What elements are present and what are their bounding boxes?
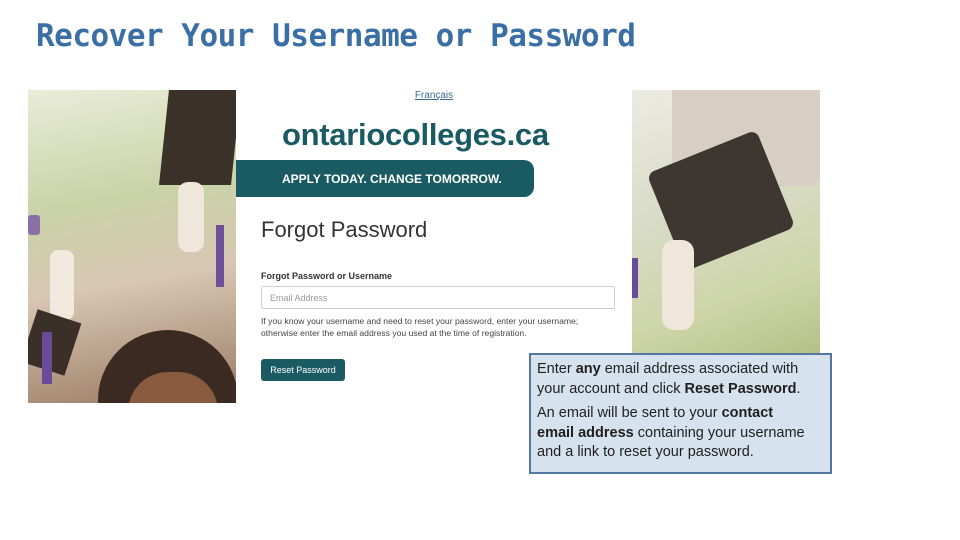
email-field-label: Forgot Password or Username (261, 271, 393, 281)
callout-emphasis-any: any (575, 361, 601, 377)
left-graduation-photo (28, 90, 236, 403)
language-link[interactable]: Français (236, 90, 632, 101)
callout-text-segment: . (796, 380, 801, 397)
help-text: If you know your username and need to re… (261, 316, 579, 338)
callout-emphasis-reset-password: Reset Password (684, 380, 797, 397)
tagline-banner: APPLY TODAY. CHANGE TOMORROW. (236, 160, 534, 197)
callout-text: Enter any email address associated with … (537, 360, 807, 468)
callout-text-segment: An email will be sent to your (537, 405, 722, 421)
page-heading: Forgot Password (261, 217, 428, 242)
callout-paragraph-1: Enter any email address associated with … (537, 360, 807, 399)
callout-paragraph-2: An email will be sent to your contact em… (537, 404, 807, 463)
email-address-input[interactable] (261, 286, 615, 309)
right-graduation-photo (632, 90, 820, 355)
reset-password-button[interactable]: Reset Password (261, 359, 345, 381)
slide-title: Recover Your Username or Password (36, 18, 636, 54)
site-logo[interactable]: ontariocolleges.ca (282, 117, 549, 153)
tagline-text: APPLY TODAY. CHANGE TOMORROW. (282, 172, 502, 186)
slide-title-text: Recover Your Username or Password (36, 18, 636, 54)
callout-text-segment: Enter (537, 361, 576, 377)
